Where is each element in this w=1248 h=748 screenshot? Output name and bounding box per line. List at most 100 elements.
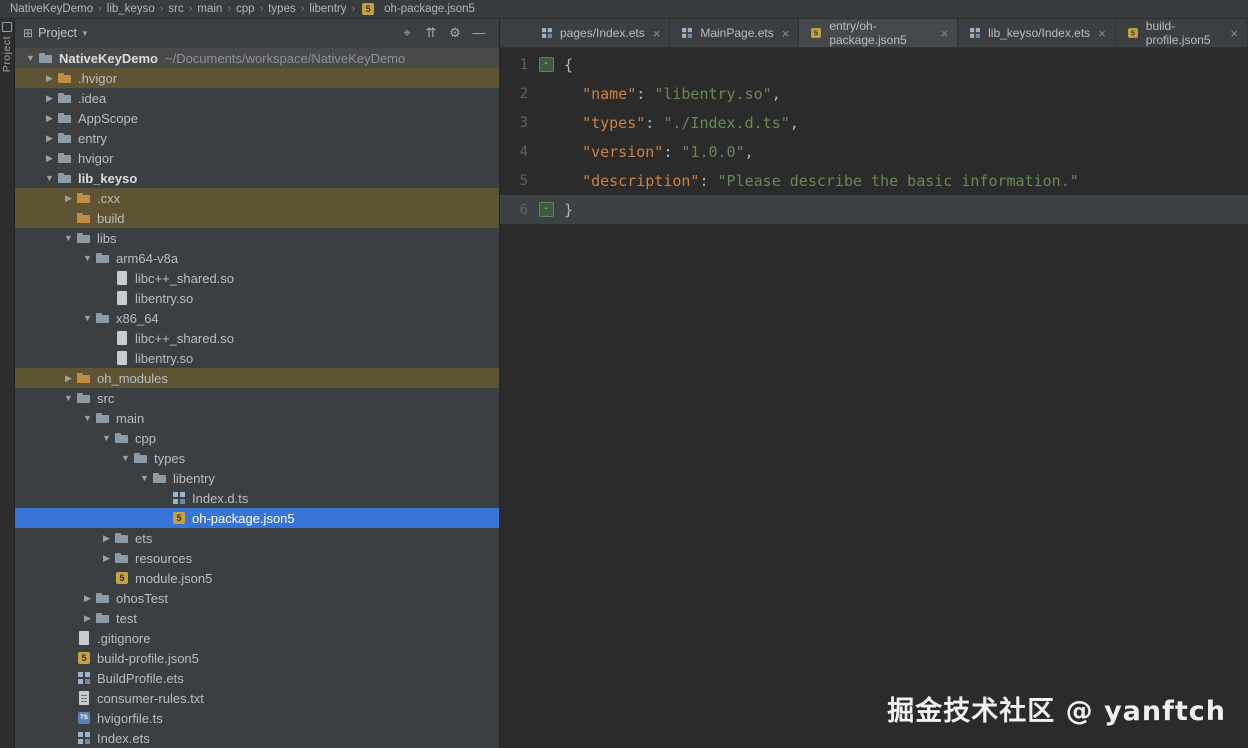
editor[interactable]: 1{2 "name": "libentry.so",3 "types": "./… <box>500 48 1248 748</box>
select-opened-file-icon[interactable]: ⌖ <box>395 25 419 41</box>
code-text: "name": "libentry.so", <box>582 84 781 103</box>
tree-item[interactable]: ▶ entry <box>15 128 499 148</box>
tab-close-icon[interactable]: × <box>1230 26 1238 41</box>
tree-item[interactable]: BuildProfile.ets <box>15 668 499 688</box>
tree-item[interactable]: ▼ NativeKeyDemo ~/Documents/workspace/Nati… <box>15 48 499 68</box>
chevron-right-icon[interactable]: ▶ <box>42 133 57 144</box>
tree-item[interactable]: ▶ .idea <box>15 88 499 108</box>
chevron-right-icon[interactable]: ▶ <box>42 73 57 84</box>
breadcrumb-item[interactable]: lib_keyso <box>105 3 157 15</box>
chevron-down-icon[interactable]: ▼ <box>118 453 133 463</box>
fold-marker[interactable] <box>528 202 564 217</box>
tree-item[interactable]: ▶ .hvigor <box>15 68 499 88</box>
tree-item[interactable]: ▼ lib_keyso <box>15 168 499 188</box>
chevron-down-icon[interactable]: ▼ <box>80 313 95 323</box>
tree-item[interactable]: libc++_shared.so <box>15 268 499 288</box>
tree-item[interactable]: ▶ AppScope <box>15 108 499 128</box>
tree-item[interactable]: .gitignore <box>15 628 499 648</box>
editor-tab[interactable]: entry/oh-package.json5 × <box>799 19 959 47</box>
settings-icon[interactable]: ⚙ <box>443 25 467 41</box>
breadcrumb-item[interactable]: main <box>195 3 224 15</box>
chevron-right-icon[interactable]: ▶ <box>80 613 95 624</box>
chevron-down-icon[interactable]: ▼ <box>80 413 95 423</box>
tree-item[interactable]: ▼ x86_64 <box>15 308 499 328</box>
editor-tab[interactable]: MainPage.ets × <box>670 19 800 47</box>
breadcrumb-item[interactable]: src <box>166 3 185 15</box>
chevron-down-icon[interactable]: ▼ <box>61 393 76 403</box>
code-text: } <box>564 200 574 219</box>
tree-item[interactable]: libentry.so <box>15 348 499 368</box>
editor-tab[interactable]: build-profile.json5 × <box>1116 19 1248 47</box>
tree-item[interactable]: ▼ src <box>15 388 499 408</box>
chevron-right-icon[interactable]: ▶ <box>99 553 114 564</box>
breadcrumb-item[interactable]: oh-package.json5 <box>358 1 477 17</box>
breadcrumb-item[interactable]: cpp <box>234 3 257 15</box>
chevron-down-icon[interactable]: ▼ <box>23 53 38 63</box>
tree-item[interactable]: ▼ libentry <box>15 468 499 488</box>
project-panel-title[interactable]: Project <box>38 26 77 40</box>
tab-close-icon[interactable]: × <box>653 26 661 41</box>
tab-close-icon[interactable]: × <box>941 26 949 41</box>
fold-marker[interactable] <box>528 57 564 72</box>
chevron-down-icon[interactable]: ▼ <box>99 433 114 443</box>
tree-item[interactable]: ▶ ets <box>15 528 499 548</box>
tree-item[interactable]: module.json5 <box>15 568 499 588</box>
tree-item[interactable]: libc++_shared.so <box>15 328 499 348</box>
breadcrumb-item[interactable]: NativeKeyDemo <box>8 3 95 15</box>
tree-item-label: arm64-v8a <box>116 250 179 266</box>
chevron-right-icon[interactable]: ▶ <box>42 93 57 104</box>
chevron-down-icon[interactable]: ▼ <box>137 473 152 483</box>
chevron-right-icon[interactable]: ▶ <box>99 533 114 544</box>
tree-item[interactable]: ▶ oh_modules <box>15 368 499 388</box>
tree-item[interactable]: build <box>15 208 499 228</box>
tool-window-project-label: Project <box>1 36 13 73</box>
tree-item[interactable]: ▼ main <box>15 408 499 428</box>
collapse-all-icon[interactable]: ⇈ <box>419 25 443 41</box>
editor-line[interactable]: 4 "version": "1.0.0", <box>500 137 1248 166</box>
tree-item[interactable]: ▼ cpp <box>15 428 499 448</box>
chevron-down-icon[interactable]: ▼ <box>81 29 89 38</box>
fold-collapse-icon[interactable] <box>538 57 554 72</box>
breadcrumb-separator: › <box>300 3 305 15</box>
editor-tab[interactable]: lib_keyso/Index.ets × <box>958 19 1116 47</box>
editor-line[interactable]: 1{ <box>500 50 1248 79</box>
json5-file-icon <box>360 1 376 17</box>
tree-item[interactable]: libentry.so <box>15 288 499 308</box>
chevron-right-icon[interactable]: ▶ <box>80 593 95 604</box>
chevron-down-icon[interactable]: ▼ <box>80 253 95 263</box>
tree-item[interactable]: ▶ hvigor <box>15 148 499 168</box>
editor-tab[interactable]: pages/Index.ets × <box>530 19 671 47</box>
tree-item[interactable]: Index.ets <box>15 728 499 748</box>
chevron-down-icon[interactable]: ▼ <box>42 173 57 183</box>
hide-panel-icon[interactable]: — <box>467 25 491 41</box>
tree-item[interactable]: Index.d.ts <box>15 488 499 508</box>
tree-item[interactable]: hvigorfile.ts <box>15 708 499 728</box>
tree-item[interactable]: ▼ types <box>15 448 499 468</box>
tree-item[interactable]: build-profile.json5 <box>15 648 499 668</box>
tree-item[interactable]: ▶ resources <box>15 548 499 568</box>
fold-collapse-icon[interactable] <box>538 202 554 217</box>
tree-item[interactable]: ▶ test <box>15 608 499 628</box>
editor-line[interactable]: 2 "name": "libentry.so", <box>500 79 1248 108</box>
tree-item[interactable]: oh-package.json5 <box>15 508 499 528</box>
chevron-right-icon[interactable]: ▶ <box>61 373 76 384</box>
breadcrumb-item[interactable]: types <box>266 3 298 15</box>
chevron-right-icon[interactable]: ▶ <box>61 193 76 204</box>
chevron-right-icon[interactable]: ▶ <box>42 113 57 124</box>
tree-item[interactable]: ▶ ohosTest <box>15 588 499 608</box>
editor-line[interactable]: 5 "description": "Please describe the ba… <box>500 166 1248 195</box>
folder-icon <box>57 90 73 106</box>
tree-item[interactable]: consumer-rules.txt <box>15 688 499 708</box>
code-text: { <box>564 55 574 74</box>
tool-window-project-tab[interactable]: Project <box>0 22 14 72</box>
tree-item[interactable]: ▼ libs <box>15 228 499 248</box>
tab-close-icon[interactable]: × <box>782 26 790 41</box>
chevron-right-icon[interactable]: ▶ <box>42 153 57 164</box>
chevron-down-icon[interactable]: ▼ <box>61 233 76 243</box>
editor-line[interactable]: 6} <box>500 195 1248 224</box>
tree-item[interactable]: ▼ arm64-v8a <box>15 248 499 268</box>
tree-item[interactable]: ▶ .cxx <box>15 188 499 208</box>
editor-line[interactable]: 3 "types": "./Index.d.ts", <box>500 108 1248 137</box>
breadcrumb-item[interactable]: libentry <box>307 3 348 15</box>
tab-close-icon[interactable]: × <box>1098 26 1106 41</box>
